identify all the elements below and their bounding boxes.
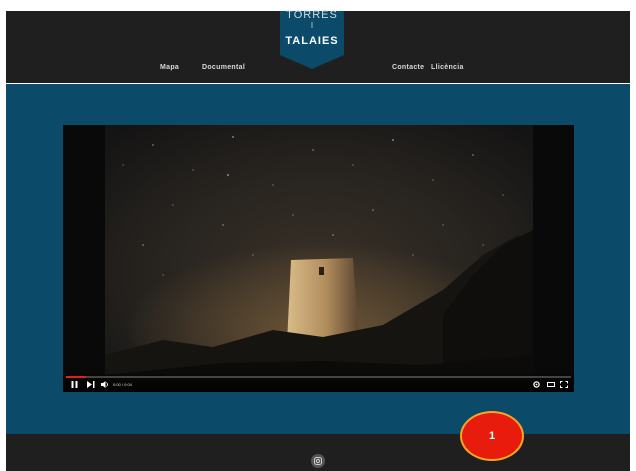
nav-link-documental[interactable]: Documental	[202, 64, 245, 71]
nav-link-llicencia[interactable]: Llicència	[431, 64, 464, 71]
video-player[interactable]: 0:00 / 0:04	[63, 125, 574, 392]
nav-link-mapa[interactable]: Mapa	[160, 64, 179, 71]
nav-link-contacte[interactable]: Contacte	[392, 64, 424, 71]
pause-icon[interactable]	[71, 381, 78, 391]
fullscreen-icon[interactable]	[560, 381, 568, 391]
settings-icon[interactable]	[533, 381, 540, 391]
video-time: 0:00 / 0:04	[113, 382, 132, 387]
theater-icon[interactable]	[547, 381, 555, 391]
video-frame	[63, 125, 574, 392]
logo-text-i: I	[310, 21, 314, 30]
site-header: Mapa Documental TORRES I TALAIES Contact…	[6, 9, 630, 83]
skip-next-icon[interactable]	[87, 381, 95, 391]
volume-icon[interactable]	[101, 381, 109, 391]
annotation-marker: 1	[460, 411, 524, 461]
instagram-icon[interactable]	[311, 454, 325, 468]
video-controls-bar: 0:00 / 0:04	[63, 374, 574, 392]
video-progress-fill	[66, 376, 87, 378]
video-progress-bar[interactable]	[66, 376, 571, 378]
logo-text-torres: TORRES	[286, 9, 338, 21]
site-logo[interactable]: TORRES I TALAIES	[280, 9, 344, 71]
page: Mapa Documental TORRES I TALAIES Contact…	[0, 0, 636, 471]
logo-text-talaies: TALAIES	[285, 35, 339, 47]
